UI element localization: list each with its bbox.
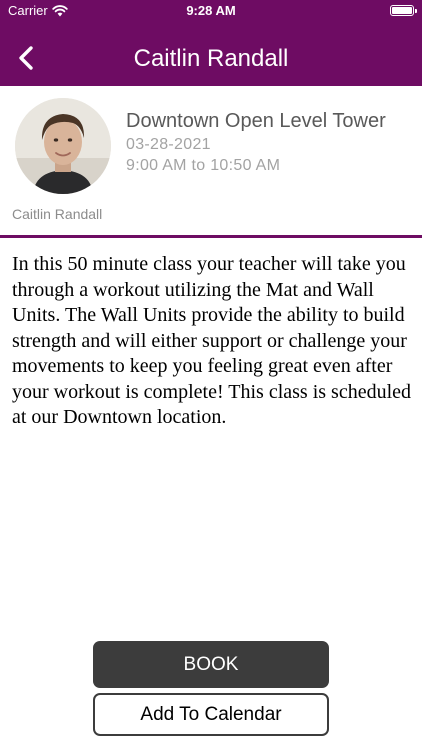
app-header: Carrier 9:28 AM Caitlin Randall: [0, 0, 422, 86]
navigation-bar: Caitlin Randall: [0, 32, 422, 84]
add-to-calendar-button[interactable]: Add To Calendar: [93, 693, 329, 736]
class-date: 03-28-2021: [126, 136, 211, 153]
class-description: In this 50 minute class your teacher wil…: [12, 253, 412, 428]
chevron-left-icon: [10, 46, 44, 80]
status-bar: Carrier 9:28 AM: [0, 0, 422, 24]
page-title: Caitlin Randall: [133, 45, 289, 72]
class-title: Downtown Open Level Tower: [126, 110, 386, 132]
instructor-name: Caitlin Randall: [12, 206, 103, 222]
instructor-avatar: [15, 98, 111, 194]
book-button[interactable]: BOOK: [93, 641, 329, 688]
section-divider: [0, 235, 422, 238]
class-time-range: 9:00 AM to 10:50 AM: [126, 157, 281, 174]
class-info-section: Caitlin Randall Downtown Open Level Towe…: [0, 86, 422, 235]
back-button[interactable]: [10, 40, 44, 76]
battery-icon: [390, 5, 417, 16]
status-time: 9:28 AM: [186, 3, 236, 18]
